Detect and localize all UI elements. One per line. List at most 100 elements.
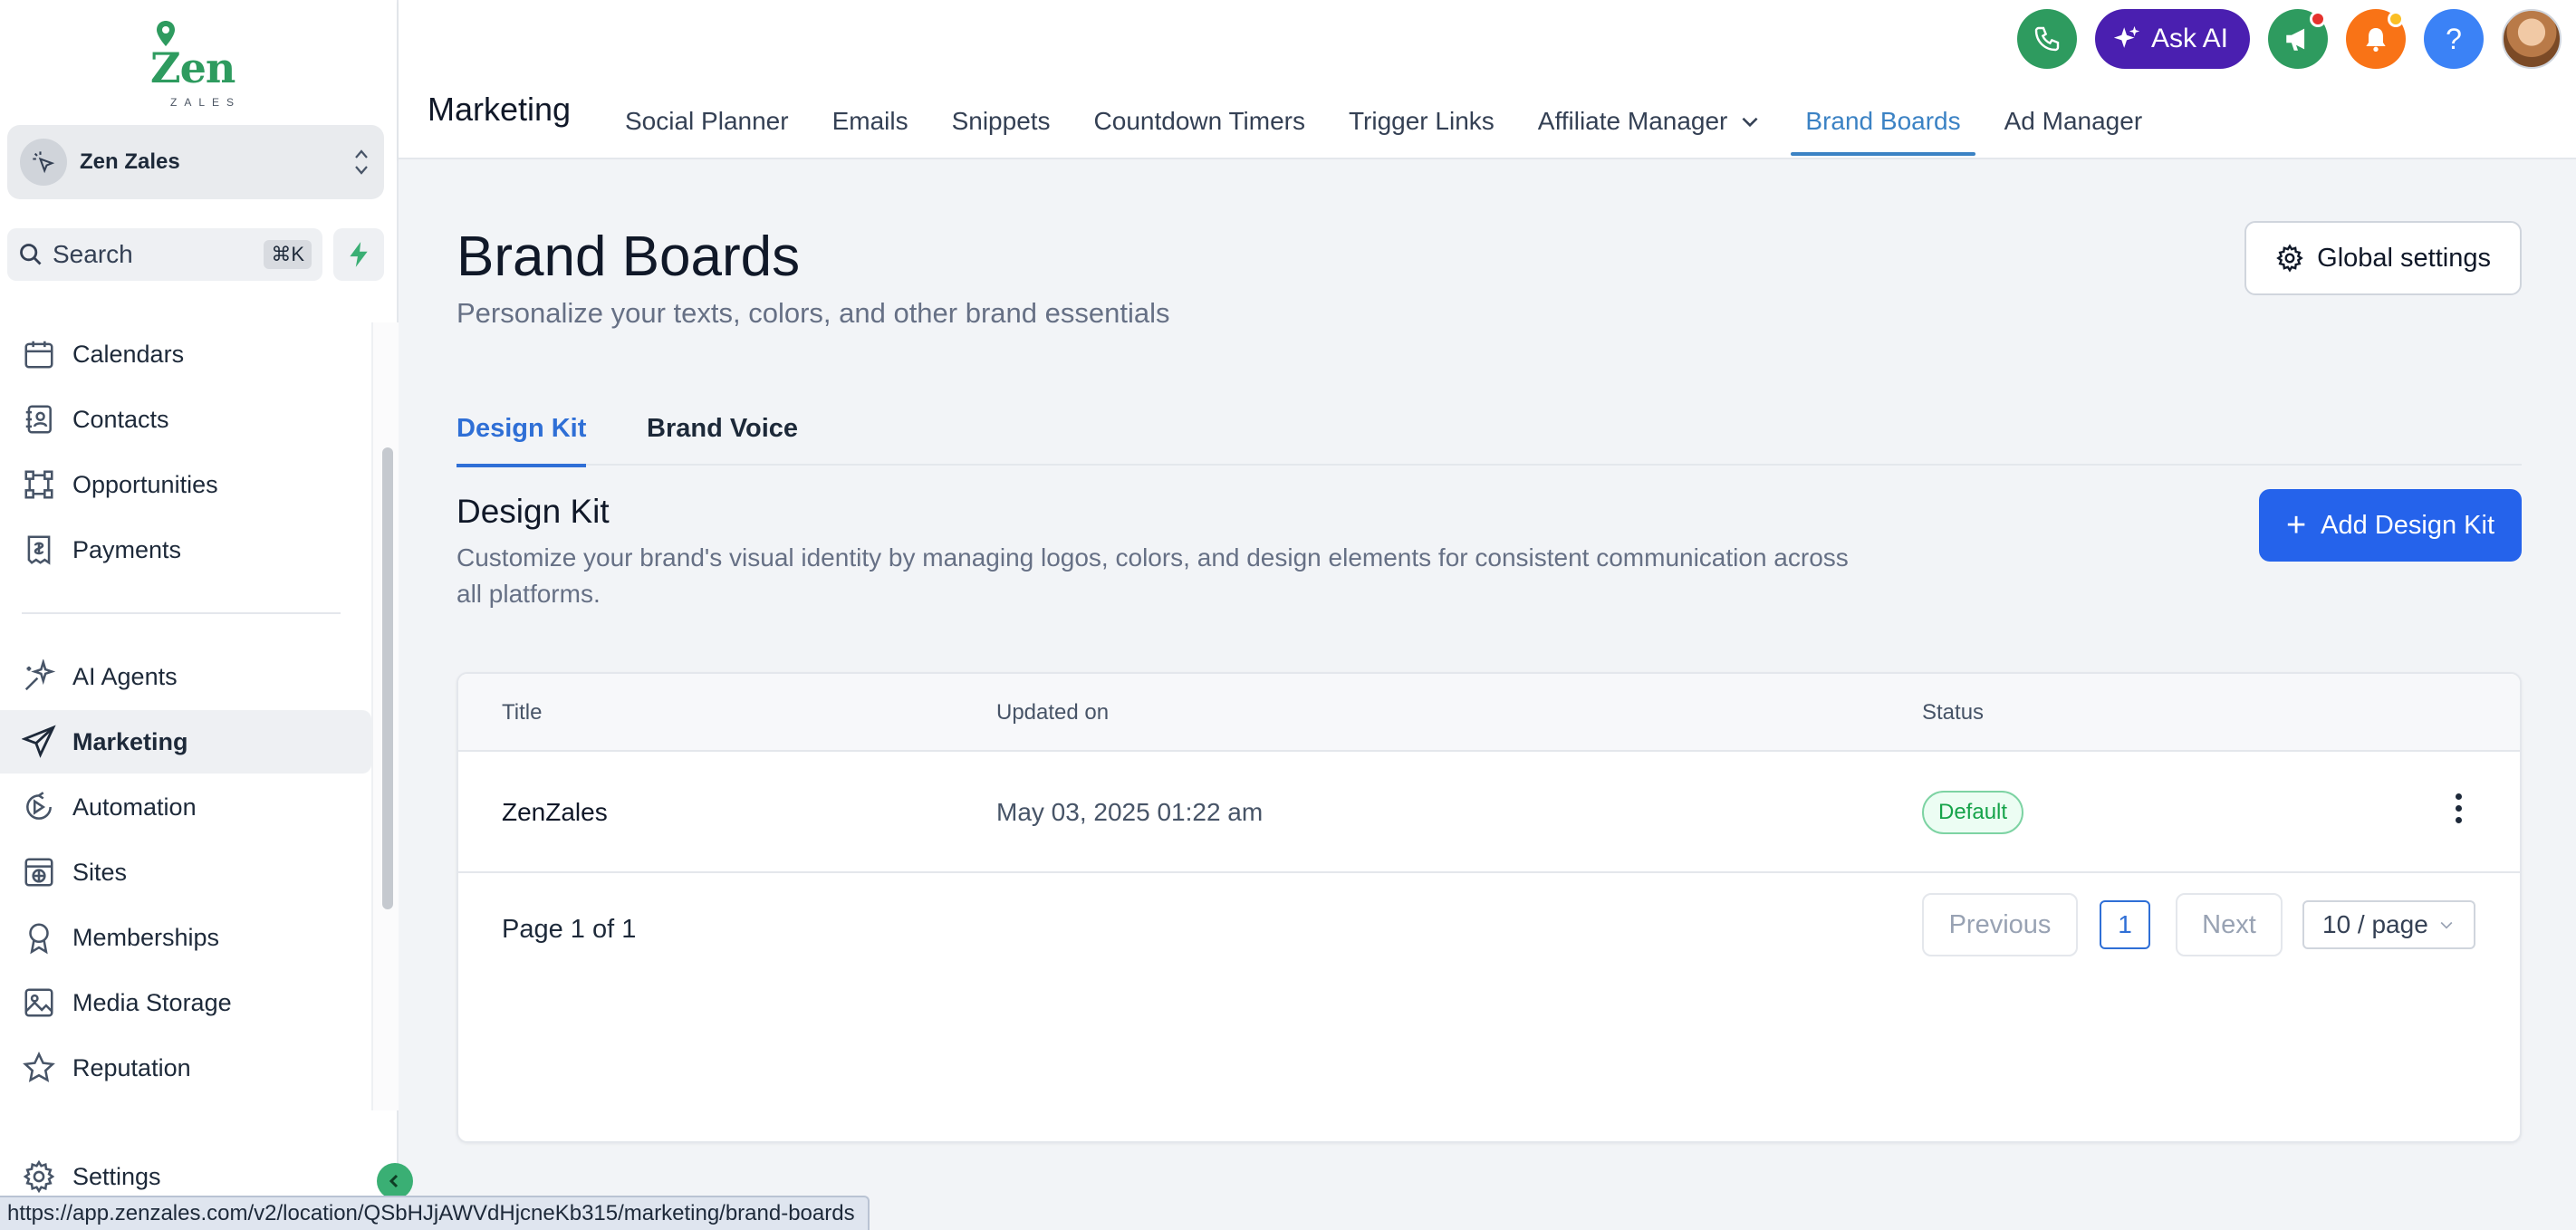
- sidebar-item-label: Opportunities: [72, 470, 218, 498]
- row-title[interactable]: ZenZales: [502, 752, 608, 873]
- sidebar-item-media-storage[interactable]: Media Storage: [0, 971, 371, 1034]
- page-subtitle: Personalize your texts, colors, and othe…: [457, 297, 1170, 329]
- status-badge: Default: [1922, 791, 2024, 834]
- ask-ai-label: Ask AI: [2150, 24, 2228, 53]
- tab-social-planner[interactable]: Social Planner: [625, 85, 789, 158]
- tab-trigger-links[interactable]: Trigger Links: [1349, 85, 1495, 158]
- add-design-kit-label: Add Design Kit: [2321, 510, 2494, 540]
- column-header-status[interactable]: Status: [1922, 674, 1984, 752]
- tab-emails[interactable]: Emails: [832, 85, 908, 158]
- tab-affiliate-manager[interactable]: Affiliate Manager: [1538, 85, 1763, 158]
- megaphone-icon: [2286, 28, 2305, 51]
- sidebar-item-label: Calendars: [72, 340, 185, 368]
- brand-logo[interactable]: Zen ZALES: [145, 20, 245, 109]
- tab-label: Design Kit: [457, 413, 587, 443]
- column-header-title[interactable]: Title: [502, 674, 542, 752]
- top-navigation: Marketing Social Planner Emails Snippets…: [399, 0, 2576, 159]
- header-actions: Ask AI ?: [2016, 9, 2562, 69]
- sidebar-divider: [22, 612, 341, 614]
- tab-ad-manager[interactable]: Ad Manager: [2004, 85, 2143, 158]
- tab-brand-voice[interactable]: Brand Voice: [647, 391, 798, 466]
- chevron-up-down-icon: [355, 149, 368, 175]
- sparkle-icon: [2113, 25, 2140, 48]
- column-header-updated-on[interactable]: Updated on: [996, 674, 1109, 752]
- search-input[interactable]: Search ⌘K: [7, 228, 322, 281]
- sidebar-item-ai-agents[interactable]: AI Agents: [0, 645, 371, 708]
- sidebar-item-memberships[interactable]: Memberships: [0, 906, 371, 969]
- table-row[interactable]: ZenZales May 03, 2025 01:22 am Default: [458, 752, 2520, 873]
- design-kit-table: Title Updated on Status ZenZales May 03,…: [457, 672, 2522, 1143]
- row-status: Default: [1922, 752, 2024, 873]
- lightning-icon: [350, 242, 368, 267]
- global-settings-button[interactable]: Global settings: [2244, 221, 2522, 295]
- chevron-down-icon: [2440, 921, 2453, 929]
- brand-board-tabs: Design Kit Brand Voice: [457, 391, 2522, 467]
- sidebar-item-label: Automation: [72, 793, 197, 821]
- sidebar-item-label: AI Agents: [72, 662, 178, 690]
- sidebar-item-payments[interactable]: Payments: [0, 518, 371, 581]
- sidebar-item-opportunities[interactable]: Opportunities: [0, 453, 371, 516]
- sidebar-scrollbar[interactable]: [371, 322, 399, 1110]
- account-name: Zen Zales: [80, 149, 180, 174]
- ask-ai-button[interactable]: Ask AI: [2094, 9, 2250, 69]
- design-kit-title: Design Kit: [457, 493, 610, 530]
- tab-label: Social Planner: [625, 107, 789, 135]
- sidebar-item-label: Marketing: [72, 727, 188, 755]
- sidebar-scroll-thumb[interactable]: [382, 447, 393, 909]
- next-page-button[interactable]: Next: [2176, 893, 2283, 956]
- page-size-select[interactable]: 10 / page: [2302, 900, 2475, 949]
- sidebar-item-reputation[interactable]: Reputation: [0, 1036, 371, 1100]
- row-actions-menu-icon[interactable]: [2453, 793, 2464, 833]
- help-label: ?: [2446, 22, 2462, 55]
- tab-label: Brand Boards: [1805, 107, 1961, 135]
- page-size-value: 10 / page: [2322, 910, 2428, 938]
- pagination: Page 1 of 1 Previous 1 Next 10 / page: [458, 873, 2520, 985]
- account-switcher[interactable]: Zen Zales: [7, 125, 384, 199]
- tab-snippets[interactable]: Snippets: [952, 85, 1051, 158]
- sidebar-item-marketing[interactable]: Marketing: [0, 710, 371, 774]
- tab-brand-boards[interactable]: Brand Boards: [1791, 85, 1975, 158]
- sidebar-item-label: Media Storage: [72, 988, 232, 1016]
- sidebar-item-label: Sites: [72, 858, 128, 886]
- sidebar-item-label: Contacts: [72, 405, 169, 433]
- search-shortcut: ⌘K: [264, 240, 312, 269]
- plus-icon: +: [2285, 506, 2307, 544]
- phone-button[interactable]: [2016, 9, 2077, 69]
- collapse-sidebar-button[interactable]: [377, 1163, 413, 1199]
- sparkle-icon: [24, 659, 56, 691]
- contacts-icon: [25, 405, 52, 434]
- sidebar-item-sites[interactable]: Sites: [0, 841, 371, 904]
- calendar-icon: [24, 341, 53, 369]
- global-settings-label: Global settings: [2317, 243, 2491, 273]
- tab-design-kit[interactable]: Design Kit: [457, 391, 587, 467]
- bell-icon: [2366, 28, 2386, 52]
- quick-actions-button[interactable]: [333, 228, 384, 281]
- tab-countdown-timers[interactable]: Countdown Timers: [1094, 85, 1305, 158]
- page-number-button[interactable]: 1: [2100, 900, 2150, 949]
- sidebar-item-calendars[interactable]: Calendars: [0, 322, 371, 386]
- add-design-kit-button[interactable]: + Add Design Kit: [2258, 489, 2522, 562]
- row-updated-on: May 03, 2025 01:22 am: [996, 798, 1264, 826]
- notifications-button[interactable]: [2346, 9, 2406, 69]
- award-icon: [29, 923, 49, 955]
- section-title: Marketing: [428, 91, 572, 128]
- image-icon: [24, 988, 53, 1017]
- sidebar-item-contacts[interactable]: Contacts: [0, 388, 371, 451]
- logo-subtext: ZALES: [170, 96, 242, 109]
- search-label: Search: [53, 240, 133, 268]
- design-kit-description: Customize your brand's visual identity b…: [457, 543, 1849, 608]
- sidebar-item-label: Payments: [72, 535, 182, 563]
- payments-icon: [27, 535, 51, 565]
- user-avatar[interactable]: [2502, 9, 2562, 69]
- sidebar: Zen ZALES Zen Zales Search ⌘K Calendars …: [0, 0, 399, 1230]
- announcements-button[interactable]: [2268, 9, 2328, 69]
- gear-icon: [23, 1159, 55, 1194]
- gear-icon: [2276, 244, 2303, 273]
- tab-label: Brand Voice: [647, 413, 799, 443]
- previous-page-button[interactable]: Previous: [1922, 893, 2078, 956]
- sidebar-item-automation[interactable]: Automation: [0, 775, 371, 839]
- tab-label: Snippets: [951, 107, 1051, 135]
- tab-label: Ad Manager: [2004, 107, 2143, 135]
- page-info: Page 1 of 1: [502, 914, 637, 944]
- help-button[interactable]: ?: [2424, 9, 2484, 69]
